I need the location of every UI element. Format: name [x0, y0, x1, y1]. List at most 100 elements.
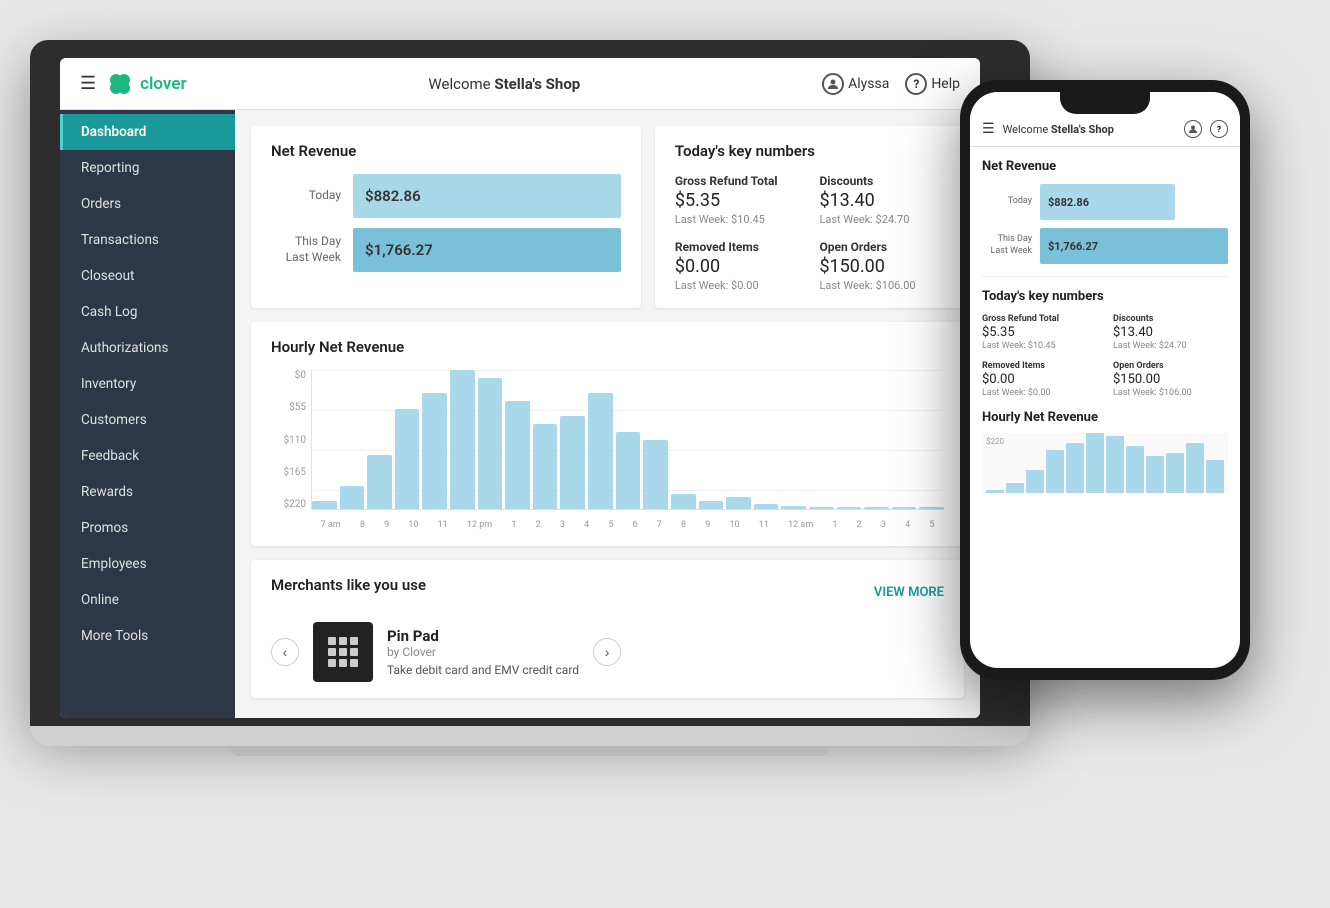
phone-hamburger-icon[interactable]: ☰	[982, 121, 995, 137]
sidebar-item-employees[interactable]: Employees	[60, 546, 235, 582]
phone-mini-bar	[1206, 460, 1224, 493]
merchant-image	[313, 622, 373, 682]
phone-kn-discounts: Discounts $13.40 Last Week: $24.70	[1113, 314, 1228, 351]
merchants-title: Merchants like you use	[271, 576, 426, 594]
phone-divider-1	[982, 276, 1228, 277]
sidebar-item-cash-log[interactable]: Cash Log	[60, 294, 235, 330]
laptop-foot	[230, 746, 830, 756]
phone-help-icon[interactable]: ?	[1210, 120, 1228, 138]
phone-hourly-title: Hourly Net Revenue	[982, 410, 1228, 425]
chart-bar	[781, 506, 806, 509]
x-label: 1	[832, 520, 837, 530]
user-menu[interactable]: Alyssa	[822, 73, 889, 95]
chart-bar	[340, 486, 365, 509]
chart-bar	[809, 507, 834, 509]
chart-area: $220 $165 $110 $55 $0	[271, 370, 944, 530]
x-label: 5	[929, 520, 934, 530]
hamburger-icon[interactable]: ☰	[80, 73, 96, 94]
chart-bar	[726, 497, 751, 509]
phone-today-label: Today	[982, 196, 1032, 208]
chart-bar	[588, 393, 613, 509]
kn-discounts: Discounts $13.40 Last Week: $24.70	[819, 174, 944, 226]
x-label: 9	[705, 520, 710, 530]
x-label: 2	[536, 520, 541, 530]
phone-today-bar: $882.86	[1040, 184, 1175, 220]
x-label: 8	[360, 520, 365, 530]
chart-bar	[312, 501, 337, 509]
help-label: Help	[931, 76, 960, 92]
chart-bar	[919, 507, 944, 509]
sidebar-item-more-tools[interactable]: More Tools	[60, 618, 235, 654]
sidebar-item-authorizations[interactable]: Authorizations	[60, 330, 235, 366]
y-label-165: $165	[271, 467, 306, 478]
phone-chart-top-label: $220	[986, 437, 1004, 446]
hourly-chart-card: Hourly Net Revenue $220 $165 $110 $55 $0	[251, 322, 964, 546]
chart-bar	[643, 440, 668, 510]
x-label: 7	[657, 520, 662, 530]
header-welcome: Welcome Stella's Shop	[187, 75, 822, 93]
merchants-card: Merchants like you use VIEW MORE ‹	[251, 560, 964, 698]
merchant-name: Pin Pad	[387, 627, 579, 645]
phone-notch	[1060, 92, 1150, 114]
sidebar-item-rewards[interactable]: Rewards	[60, 474, 235, 510]
kn-open-orders: Open Orders $150.00 Last Week: $106.00	[819, 240, 944, 292]
app-body: Dashboard Reporting Orders Transactions …	[60, 110, 980, 718]
sidebar-item-orders[interactable]: Orders	[60, 186, 235, 222]
x-label: 9	[384, 520, 389, 530]
phone-lastweek-value: $1,766.27	[1048, 240, 1098, 253]
chart-bar	[367, 455, 392, 509]
chart-bar	[533, 424, 558, 509]
chart-bar	[892, 507, 917, 509]
net-revenue-title: Net Revenue	[271, 142, 621, 160]
sidebar-item-promos[interactable]: Promos	[60, 510, 235, 546]
merchant-next-button[interactable]: ›	[593, 638, 621, 666]
laptop-body: ☰ clover Welcome Stella's Shop	[30, 40, 1030, 726]
sidebar-item-inventory[interactable]: Inventory	[60, 366, 235, 402]
x-label: 5	[608, 520, 613, 530]
phone-mini-bar	[1066, 443, 1084, 493]
phone-user-icon[interactable]	[1184, 120, 1202, 138]
chart-bar	[699, 501, 724, 509]
phone-key-numbers-grid: Gross Refund Total $5.35 Last Week: $10.…	[982, 314, 1228, 398]
y-label-110: $110	[271, 435, 306, 446]
sidebar-item-customers[interactable]: Customers	[60, 402, 235, 438]
x-label: 10	[729, 520, 739, 530]
chart-bar	[505, 401, 530, 509]
sidebar-item-closeout[interactable]: Closeout	[60, 258, 235, 294]
x-label: 4	[584, 520, 589, 530]
y-label-220: $220	[271, 499, 306, 510]
phone-content: Net Revenue Today $882.86 This DayLast W…	[970, 147, 1240, 668]
sidebar-item-reporting[interactable]: Reporting	[60, 150, 235, 186]
x-label: 2	[857, 520, 862, 530]
welcome-prefix: Welcome	[428, 75, 494, 93]
phone-mini-bar	[1146, 456, 1164, 493]
lastweek-bar: $1,766.27	[353, 228, 621, 272]
x-label: 8	[681, 520, 686, 530]
clover-brand-icon	[106, 70, 134, 98]
phone-screen: ☰ Welcome Stella's Shop ? Net Revenue To…	[970, 92, 1240, 668]
user-label: Alyssa	[848, 76, 889, 92]
laptop-screen: ☰ clover Welcome Stella's Shop	[60, 58, 980, 718]
key-numbers-card: Today's key numbers Gross Refund Total $…	[655, 126, 964, 308]
phone-lastweek-label: This DayLast Week	[982, 234, 1032, 257]
laptop-base	[30, 726, 1030, 746]
merchants-header: Merchants like you use VIEW MORE	[271, 576, 944, 608]
chart-bar	[837, 507, 862, 509]
help-button[interactable]: ? Help	[905, 73, 960, 95]
phone-key-numbers-title: Today's key numbers	[982, 289, 1228, 304]
x-label: 7 am	[321, 520, 341, 530]
sidebar-item-online[interactable]: Online	[60, 582, 235, 618]
sidebar-item-transactions[interactable]: Transactions	[60, 222, 235, 258]
laptop-device: ☰ clover Welcome Stella's Shop	[30, 40, 1030, 860]
merchant-prev-button[interactable]: ‹	[271, 638, 299, 666]
phone-today-value: $882.86	[1048, 196, 1089, 209]
sidebar-item-feedback[interactable]: Feedback	[60, 438, 235, 474]
view-more-link[interactable]: VIEW MORE	[874, 585, 944, 600]
revenue-today-row: Today $882.86	[271, 174, 621, 218]
sidebar-item-dashboard[interactable]: Dashboard	[60, 114, 235, 150]
shop-name: Stella's Shop	[494, 75, 580, 93]
today-bar: $882.86	[353, 174, 621, 218]
phone-mini-bar	[1026, 470, 1044, 493]
phone-kn-open-orders: Open Orders $150.00 Last Week: $106.00	[1113, 361, 1228, 398]
phone-mini-bar	[1046, 450, 1064, 493]
